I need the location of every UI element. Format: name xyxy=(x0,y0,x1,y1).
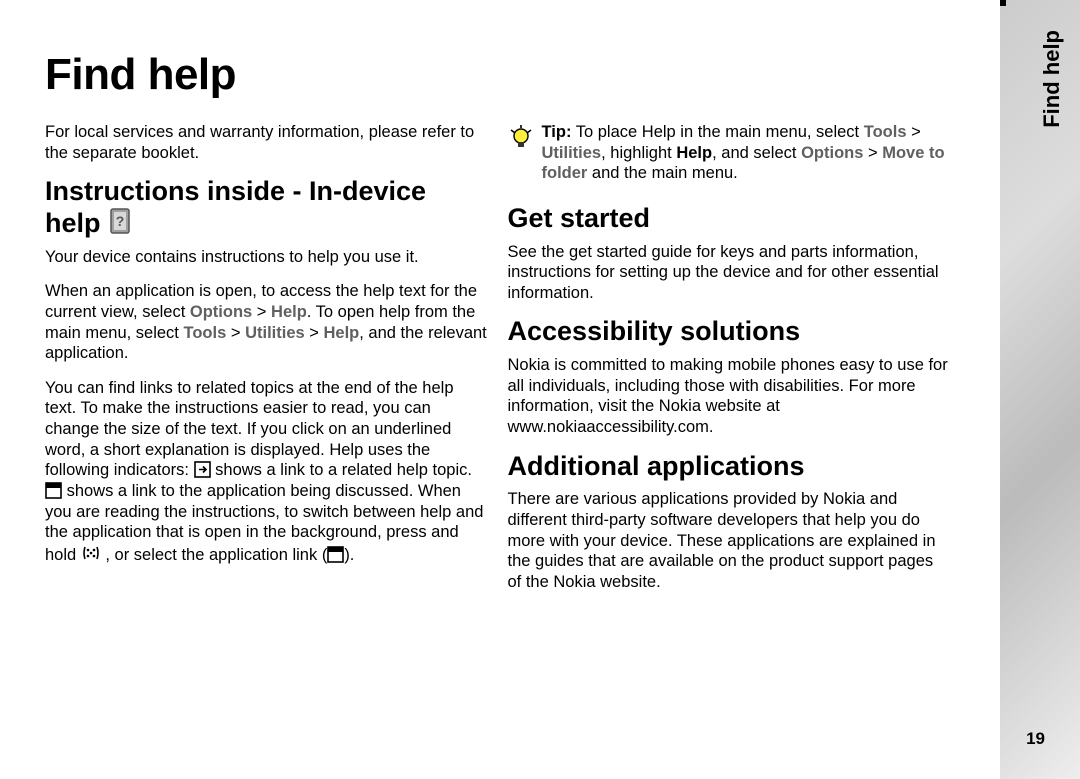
heading-get-started: Get started xyxy=(508,204,951,234)
get-started-p: See the get started guide for keys and p… xyxy=(508,242,951,304)
svg-text:?: ? xyxy=(116,213,125,229)
additional-apps-p: There are various applications provided … xyxy=(508,489,951,592)
right-column: Tip: To place Help in the main menu, sel… xyxy=(508,122,951,606)
lightbulb-tip-icon xyxy=(508,124,534,152)
accessibility-p: Nokia is committed to making mobile phon… xyxy=(508,355,951,438)
menu-key-icon xyxy=(81,543,101,563)
app-window-icon xyxy=(45,482,62,499)
heading-in-device-help: Instructions inside - In-device help ? xyxy=(45,177,488,238)
left-column: For local services and warranty informat… xyxy=(45,122,488,606)
indevice-p3: You can find links to related topics at … xyxy=(45,378,488,566)
intro-paragraph: For local services and warranty informat… xyxy=(45,122,488,163)
tip-block: Tip: To place Help in the main menu, sel… xyxy=(508,122,951,184)
side-tab-label: Find help xyxy=(1039,30,1065,128)
heading-accessibility: Accessibility solutions xyxy=(508,317,951,347)
help-book-icon: ? xyxy=(108,207,134,235)
page-number: 19 xyxy=(1026,729,1045,749)
indevice-p2: When an application is open, to access t… xyxy=(45,281,488,364)
app-window-icon xyxy=(327,546,344,563)
page-content: Find help For local services and warrant… xyxy=(0,0,1010,636)
link-arrow-icon xyxy=(194,461,211,478)
indevice-p1: Your device contains instructions to hel… xyxy=(45,247,488,268)
page-title: Find help xyxy=(45,50,950,100)
heading-additional-apps: Additional applications xyxy=(508,452,951,482)
